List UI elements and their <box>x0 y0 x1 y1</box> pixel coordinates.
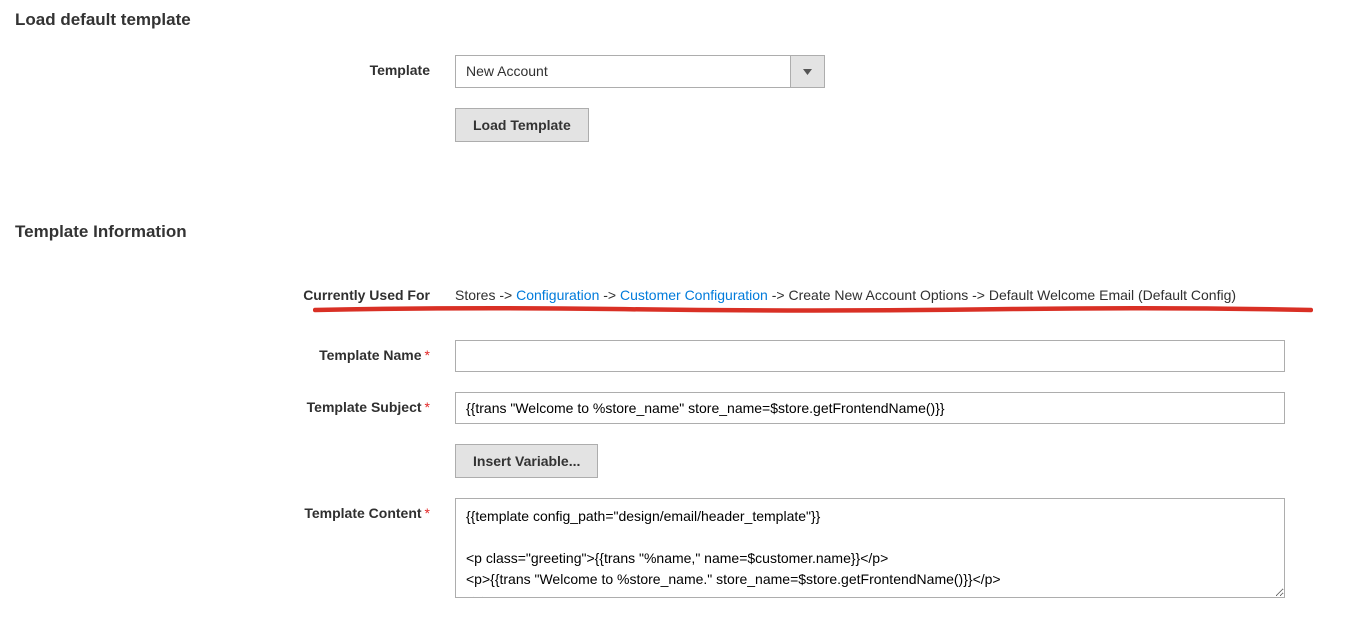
annotation-underline <box>313 304 1313 316</box>
path-customer-configuration-link[interactable]: Customer Configuration <box>620 287 768 303</box>
path-create-account-options: Create New Account Options <box>788 287 968 303</box>
template-select[interactable]: New Account <box>455 55 825 88</box>
config-path: Stores -> Configuration -> Customer Conf… <box>455 287 1353 305</box>
path-stores: Stores <box>455 287 495 303</box>
template-subject-label: Template Subject* <box>15 392 455 415</box>
template-content-textarea[interactable] <box>455 498 1285 598</box>
currently-used-for-row: Currently Used For Stores -> Configurati… <box>15 287 1353 305</box>
template-subject-input[interactable] <box>455 392 1285 424</box>
required-asterisk: * <box>425 347 430 363</box>
currently-used-for-label: Currently Used For <box>15 287 455 305</box>
template-select-dropdown-button[interactable] <box>790 56 824 87</box>
load-template-section-title: Load default template <box>15 10 1353 30</box>
load-template-button[interactable]: Load Template <box>455 108 589 142</box>
template-select-label: Template <box>15 55 455 78</box>
caret-down-icon <box>803 69 812 75</box>
template-name-input[interactable] <box>455 340 1285 372</box>
template-name-label: Template Name* <box>15 340 455 363</box>
path-configuration-link[interactable]: Configuration <box>516 287 599 303</box>
required-asterisk: * <box>425 505 430 521</box>
template-info-section-title: Template Information <box>15 222 1353 242</box>
insert-variable-button[interactable]: Insert Variable... <box>455 444 598 478</box>
template-content-label: Template Content* <box>15 498 455 521</box>
path-default-welcome-email: Default Welcome Email (Default Config) <box>989 287 1236 303</box>
required-asterisk: * <box>425 399 430 415</box>
template-select-value: New Account <box>456 56 790 87</box>
